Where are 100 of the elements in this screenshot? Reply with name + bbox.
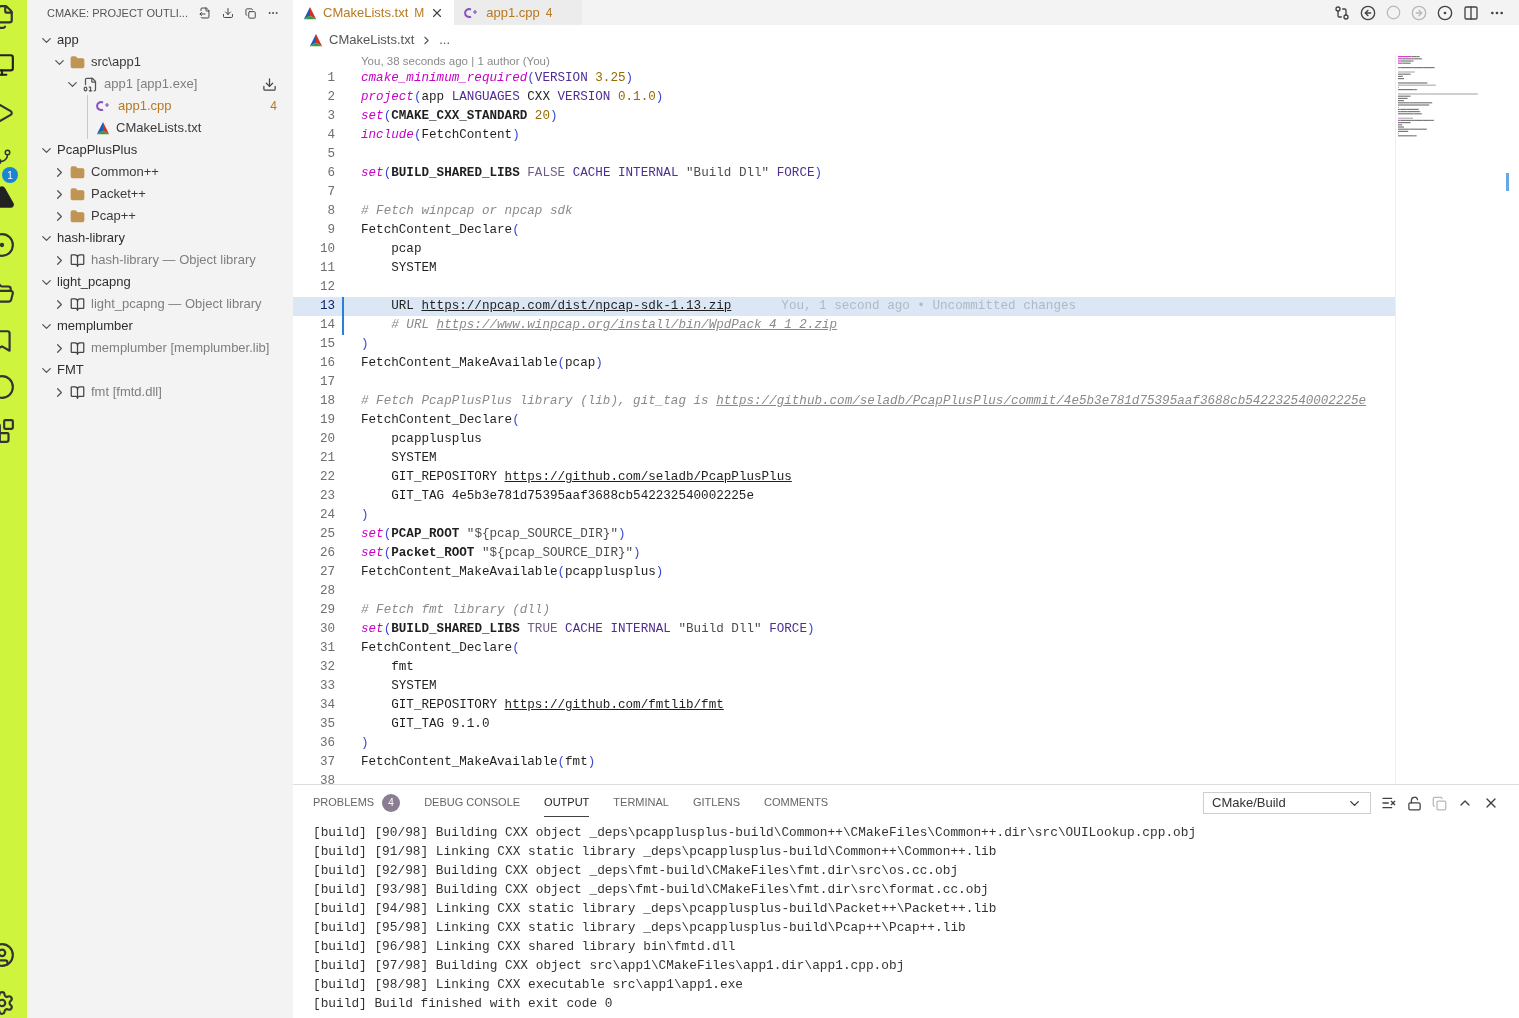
tree-item[interactable]: memplumber [memplumber.lib] [27, 337, 293, 359]
code-line: set(BUILD_SHARED_LIBS TRUE CACHE INTERNAL "Build Dll" FORCE) [361, 621, 815, 639]
tree-item[interactable]: Packet++ [27, 183, 293, 205]
code-line: # Fetch fmt library (dll) [361, 602, 550, 620]
split-editor-icon[interactable] [1463, 4, 1479, 21]
code-line: GIT_TAG 4e5b3e781d75395aaf3688cb542232540002225e [390, 488, 754, 506]
tree-item[interactable]: PcapPlusPlus [27, 139, 293, 161]
line-number: 28 [318, 583, 335, 601]
tree-item[interactable]: src\app1 [27, 51, 293, 73]
line-number: 26 [318, 545, 335, 563]
tree-label: FMT [57, 361, 84, 380]
previous-change-icon[interactable] [1360, 4, 1376, 21]
code-line: pcapplusplus [390, 431, 482, 449]
panel-tab[interactable]: GITLENS [692, 789, 741, 817]
code-line: set(BUILD_SHARED_LIBS FALSE CACHE INTERNAL "Build Dll" FORCE) [361, 165, 823, 183]
code-line: URL https://npcap.com/dist/npcap-sdk-1.13.zip [390, 298, 732, 316]
code-line: FetchContent_Declare( [361, 222, 520, 240]
line-number: 34 [318, 697, 335, 715]
line-number: 24 [318, 507, 335, 525]
compare-changes-icon[interactable] [1334, 4, 1350, 21]
line-number: 16 [318, 355, 335, 373]
tree-label: PcapPlusPlus [57, 141, 138, 160]
tree-item[interactable]: app1 [app1.exe] [27, 73, 293, 95]
line-number: 14 [318, 317, 335, 335]
tree-item[interactable]: hash-library [27, 227, 293, 249]
line-number: 7 [326, 184, 335, 202]
tree-label: hash-library — Object library [91, 251, 256, 270]
output-channel-select[interactable]: CMake/Build [1203, 792, 1371, 814]
tree-item[interactable]: FMT [27, 359, 293, 381]
panel-tab[interactable]: DEBUG CONSOLE [424, 789, 521, 817]
line-number: 8 [326, 203, 335, 221]
tree-label: src\app1 [91, 53, 141, 72]
code-line: fmt [390, 659, 414, 677]
line-number: 32 [318, 659, 335, 677]
breadcrumb-item[interactable]: CMakeLists.txt [329, 30, 415, 50]
code-line: project(app LANGUAGES CXX VERSION 0.1.0) [361, 89, 664, 107]
code-line: FetchContent_MakeAvailable(pcapplusplus) [361, 564, 664, 582]
tree-item[interactable]: Common++ [27, 161, 293, 183]
tree-item[interactable]: CMakeLists.txt [27, 117, 293, 139]
code-line: FetchContent_Declare( [361, 412, 520, 430]
breadcrumb-item[interactable]: ... [439, 30, 451, 50]
tree-item[interactable]: fmt [fmtd.dll] [27, 381, 293, 403]
code-line: GIT_TAG 9.1.0 [390, 716, 490, 734]
unlock-icon[interactable] [1407, 795, 1422, 811]
file-icon[interactable] [199, 5, 211, 21]
tree-label: memplumber [memplumber.lib] [91, 339, 270, 358]
line-number: 37 [318, 754, 335, 772]
cmake-file-icon [309, 33, 323, 47]
code-line: FetchContent_MakeAvailable(pcap) [361, 355, 603, 373]
tree-item[interactable]: Pcap++ [27, 205, 293, 227]
folder-icon [70, 164, 85, 180]
build-icon[interactable] [262, 76, 277, 92]
tree-label: app1.cpp [118, 97, 172, 116]
editor-tab[interactable]: CMakeLists.txt M [293, 0, 455, 25]
line-number: 13 [318, 298, 335, 316]
notification-badge: 1 [2, 167, 18, 183]
tree-label: memplumber [57, 317, 133, 336]
tree-item[interactable]: app [27, 29, 293, 51]
line-number: 19 [318, 412, 335, 430]
book-icon [70, 340, 85, 356]
line-number: 2 [326, 89, 335, 107]
output-line: [build] [98/98] Linking CXX executable src\app1\app1.exe [313, 976, 745, 994]
line-number: 9 [326, 222, 335, 240]
panel-tab[interactable]: PROBLEMS 4 [313, 789, 401, 817]
tree-item[interactable]: memplumber [27, 315, 293, 337]
line-number: 3 [326, 108, 335, 126]
tree-label: light_pcapng — Object library [91, 295, 262, 314]
tree-item[interactable]: light_pcapng — Object library [27, 293, 293, 315]
code-line: SYSTEM [390, 450, 437, 468]
output-line: [build] [91/98] Linking CXX static library _deps\pcapplusplus-build\Common++\Common++.lib [313, 843, 998, 861]
output-line: [build] [97/98] Building CXX object src\app1\CMakeFiles\app1.dir\app1.cpp.obj [313, 957, 906, 975]
code-line: ) [361, 507, 369, 525]
clear-output-icon[interactable] [1381, 795, 1397, 811]
code-line: set(Packet_ROOT "${pcap_SOURCE_DIR}") [361, 545, 641, 563]
code-line: set(CMAKE_CXX_STANDARD 20) [361, 108, 558, 126]
panel-tab[interactable]: OUTPUT [544, 789, 590, 817]
code-line: # Fetch winpcap or npcap sdk [361, 203, 573, 221]
line-number: 30 [318, 621, 335, 639]
codelens-text[interactable]: You, 38 seconds ago | 1 author (You) [361, 55, 550, 71]
panel-tab[interactable]: TERMINAL [613, 789, 669, 817]
build-all-icon[interactable] [221, 5, 234, 21]
line-number: 27 [318, 564, 335, 582]
tree-item[interactable]: light_pcapng [27, 271, 293, 293]
tree-label: hash-library [57, 229, 125, 248]
code-line: FetchContent_MakeAvailable(fmt) [361, 754, 596, 772]
code-line: ) [361, 735, 369, 753]
code-line: FetchContent_Declare( [361, 640, 520, 658]
collapse-all-icon[interactable] [244, 5, 257, 21]
line-number: 5 [326, 146, 335, 164]
output-line: [build] [90/98] Building CXX object _deps\pcapplusplus-build\Common++\CMakeFiles\Common++.dir\src\OUILookup.cpp.obj [313, 824, 1198, 842]
count-badge: 4 [382, 793, 401, 812]
code-line: ) [361, 336, 369, 354]
code-line: GIT_REPOSITORY https://github.com/fmtlib/fmt [390, 697, 724, 715]
book-icon [70, 252, 85, 268]
tree-item[interactable]: hash-library — Object library [27, 249, 293, 271]
code-line: set(PCAP_ROOT "${pcap_SOURCE_DIR}") [361, 526, 626, 544]
code-line: include(FetchContent) [361, 127, 520, 145]
scrollbar-thumb[interactable] [1506, 173, 1509, 191]
cmake-file-icon [303, 5, 317, 20]
panel-tab[interactable]: COMMENTS [764, 789, 829, 817]
